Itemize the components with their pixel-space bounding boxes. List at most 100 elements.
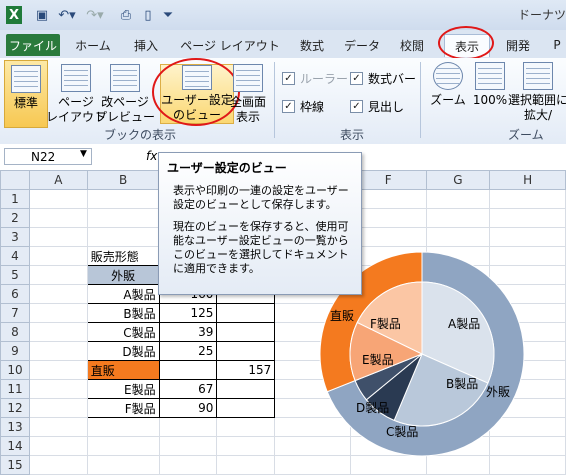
cell-C12[interactable]: 90 bbox=[158, 398, 218, 418]
cell-B5[interactable]: 外販 bbox=[86, 265, 160, 285]
custom-views-tooltip: ユーザー設定のビュー 表示や印刷の一連の設定をユーザー設定のビューとして保存しま… bbox=[158, 152, 362, 295]
ribbon-view: 標準 ページ レイアウト 改ページ プレビュー ユーザー設定 のビュー 全画面 … bbox=[0, 58, 566, 145]
normal-view-button[interactable]: 標準 bbox=[4, 60, 48, 128]
cell-B8[interactable]: C製品 bbox=[86, 322, 160, 342]
row-header[interactable]: 10 bbox=[0, 360, 30, 380]
fx-label[interactable]: fx bbox=[146, 149, 157, 163]
customize-icon[interactable]: ⏷ bbox=[162, 6, 174, 24]
cell-C10[interactable] bbox=[158, 360, 218, 380]
page-break-preview-button[interactable]: 改ページ プレビュー bbox=[95, 64, 155, 125]
zoom-label: ズーム bbox=[430, 93, 466, 107]
select-all-corner[interactable] bbox=[0, 170, 30, 190]
row-header[interactable]: 8 bbox=[0, 322, 30, 342]
row-header[interactable]: 3 bbox=[0, 227, 30, 247]
tooltip-paragraph-1: 表示や印刷の一連の設定をユーザー設定のビューとして保存します。 bbox=[173, 184, 349, 211]
row-header[interactable]: 15 bbox=[0, 455, 30, 475]
row-header[interactable]: 5 bbox=[0, 265, 30, 285]
cell-B12[interactable]: F製品 bbox=[86, 398, 160, 418]
tab-file[interactable]: ファイル bbox=[6, 34, 60, 56]
gridlines-label: 枠線 bbox=[300, 100, 325, 114]
tab-developer[interactable]: 開発 bbox=[498, 34, 538, 56]
cell-C9[interactable]: 25 bbox=[158, 341, 218, 361]
donut-label-c: C製品 bbox=[386, 425, 418, 439]
donut-label-b: B製品 bbox=[446, 377, 478, 391]
cell-B10[interactable]: 直販 bbox=[86, 360, 160, 380]
group-label-book-view: ブックの表示 bbox=[104, 128, 177, 142]
tab-insert[interactable]: 挿入 bbox=[124, 34, 168, 56]
full-screen-button[interactable]: 全画面 表示 bbox=[226, 64, 270, 125]
cell-D7[interactable] bbox=[216, 303, 276, 323]
tab-home[interactable]: ホーム bbox=[68, 34, 118, 56]
cell-D12[interactable] bbox=[216, 398, 276, 418]
row-header[interactable]: 6 bbox=[0, 284, 30, 304]
headings-label: 見出し bbox=[368, 100, 405, 114]
tab-data[interactable]: データ bbox=[340, 34, 384, 56]
page-break-label: 改ページ プレビュー bbox=[95, 95, 156, 124]
cell-C7[interactable]: 125 bbox=[158, 303, 218, 323]
name-box[interactable]: N22 bbox=[4, 148, 92, 165]
group-separator bbox=[420, 62, 421, 138]
donut-label-gaihan: 外販 bbox=[486, 385, 510, 399]
zoom-100-button[interactable]: 100% bbox=[472, 62, 508, 108]
new-doc-icon[interactable]: ▯ bbox=[140, 6, 156, 24]
magnifier-icon bbox=[433, 62, 463, 90]
tab-review[interactable]: 校閲 bbox=[392, 34, 432, 56]
donut-label-d: D製品 bbox=[356, 401, 389, 415]
normal-view-label: 標準 bbox=[13, 96, 38, 110]
cell-D8[interactable] bbox=[216, 322, 276, 342]
tab-page-layout[interactable]: ページ レイアウト bbox=[176, 34, 284, 56]
column-header[interactable]: G bbox=[425, 170, 491, 190]
cell-D11[interactable] bbox=[216, 379, 276, 399]
ruler-checkbox[interactable]: ✓ ルーラー bbox=[282, 70, 348, 87]
cell-D10[interactable]: 157 bbox=[216, 360, 276, 380]
undo-icon[interactable]: ↶▾ bbox=[56, 6, 78, 24]
zoom-100-label: 100% bbox=[472, 93, 508, 107]
name-box-dropdown-icon[interactable]: ▼ bbox=[80, 149, 87, 159]
donut-label-e: E製品 bbox=[362, 353, 394, 367]
gridlines-checkbox[interactable]: ✓ 枠線 bbox=[282, 98, 324, 115]
tab-powerpivot[interactable]: P bbox=[550, 34, 564, 56]
gridlines-check-icon: ✓ bbox=[282, 100, 295, 113]
page-layout-icon bbox=[61, 64, 91, 92]
row-header[interactable]: 1 bbox=[0, 189, 30, 209]
row-header[interactable]: 13 bbox=[0, 417, 30, 437]
cell-B9[interactable]: D製品 bbox=[86, 341, 160, 361]
formula-bar-checkbox[interactable]: ✓ 数式バー bbox=[350, 70, 416, 87]
row-header[interactable]: 12 bbox=[0, 398, 30, 418]
cell-B6[interactable]: A製品 bbox=[86, 284, 160, 304]
row-header[interactable]: 2 bbox=[0, 208, 30, 228]
row-header[interactable]: 4 bbox=[0, 246, 30, 266]
redo-icon[interactable]: ↷▾ bbox=[84, 6, 106, 24]
tab-formulas[interactable]: 数式 bbox=[292, 34, 332, 56]
full-screen-label: 全画面 表示 bbox=[229, 95, 266, 124]
headings-checkbox[interactable]: ✓ 見出し bbox=[350, 98, 404, 115]
cell-D9[interactable] bbox=[216, 341, 276, 361]
cell-B11[interactable]: E製品 bbox=[86, 379, 160, 399]
cell-B7[interactable]: B製品 bbox=[86, 303, 160, 323]
save-icon[interactable]: ▣ bbox=[34, 6, 50, 24]
row-header[interactable]: 7 bbox=[0, 303, 30, 323]
excel-logo-icon: X bbox=[6, 6, 22, 24]
column-header[interactable]: B bbox=[86, 170, 160, 190]
zoom-button[interactable]: ズーム bbox=[428, 62, 468, 108]
zoom-selection-icon bbox=[523, 62, 553, 90]
cell-C8[interactable]: 39 bbox=[158, 322, 218, 342]
page-break-icon bbox=[110, 64, 140, 92]
normal-view-icon bbox=[11, 65, 41, 93]
column-header[interactable]: A bbox=[28, 170, 88, 190]
ribbon-tabs: ファイル ホーム 挿入 ページ レイアウト 数式 データ 校閲 表示 開発 P bbox=[0, 26, 566, 60]
zoom-to-selection-button[interactable]: 選択範囲に 拡大/ bbox=[508, 62, 566, 123]
tooltip-paragraph-2: 現在のビューを保存すると、使用可能なユーザー設定ビューの一覧からこのビューを選択… bbox=[173, 220, 349, 275]
donut-label-f: F製品 bbox=[370, 317, 401, 331]
page-layout-view-button[interactable]: ページ レイアウト bbox=[46, 64, 106, 125]
ruler-label: ルーラー bbox=[300, 72, 349, 86]
donut-label-chokuhan: 直販 bbox=[330, 309, 354, 323]
row-header[interactable]: 14 bbox=[0, 436, 30, 456]
row-header[interactable]: 9 bbox=[0, 341, 30, 361]
highlight-circle bbox=[438, 26, 494, 60]
print-preview-icon[interactable]: ⎙ bbox=[118, 6, 134, 24]
cell-C11[interactable]: 67 bbox=[158, 379, 218, 399]
column-header[interactable]: H bbox=[489, 170, 566, 190]
cell-B4[interactable]: 販売形態 bbox=[86, 246, 160, 266]
row-header[interactable]: 11 bbox=[0, 379, 30, 399]
